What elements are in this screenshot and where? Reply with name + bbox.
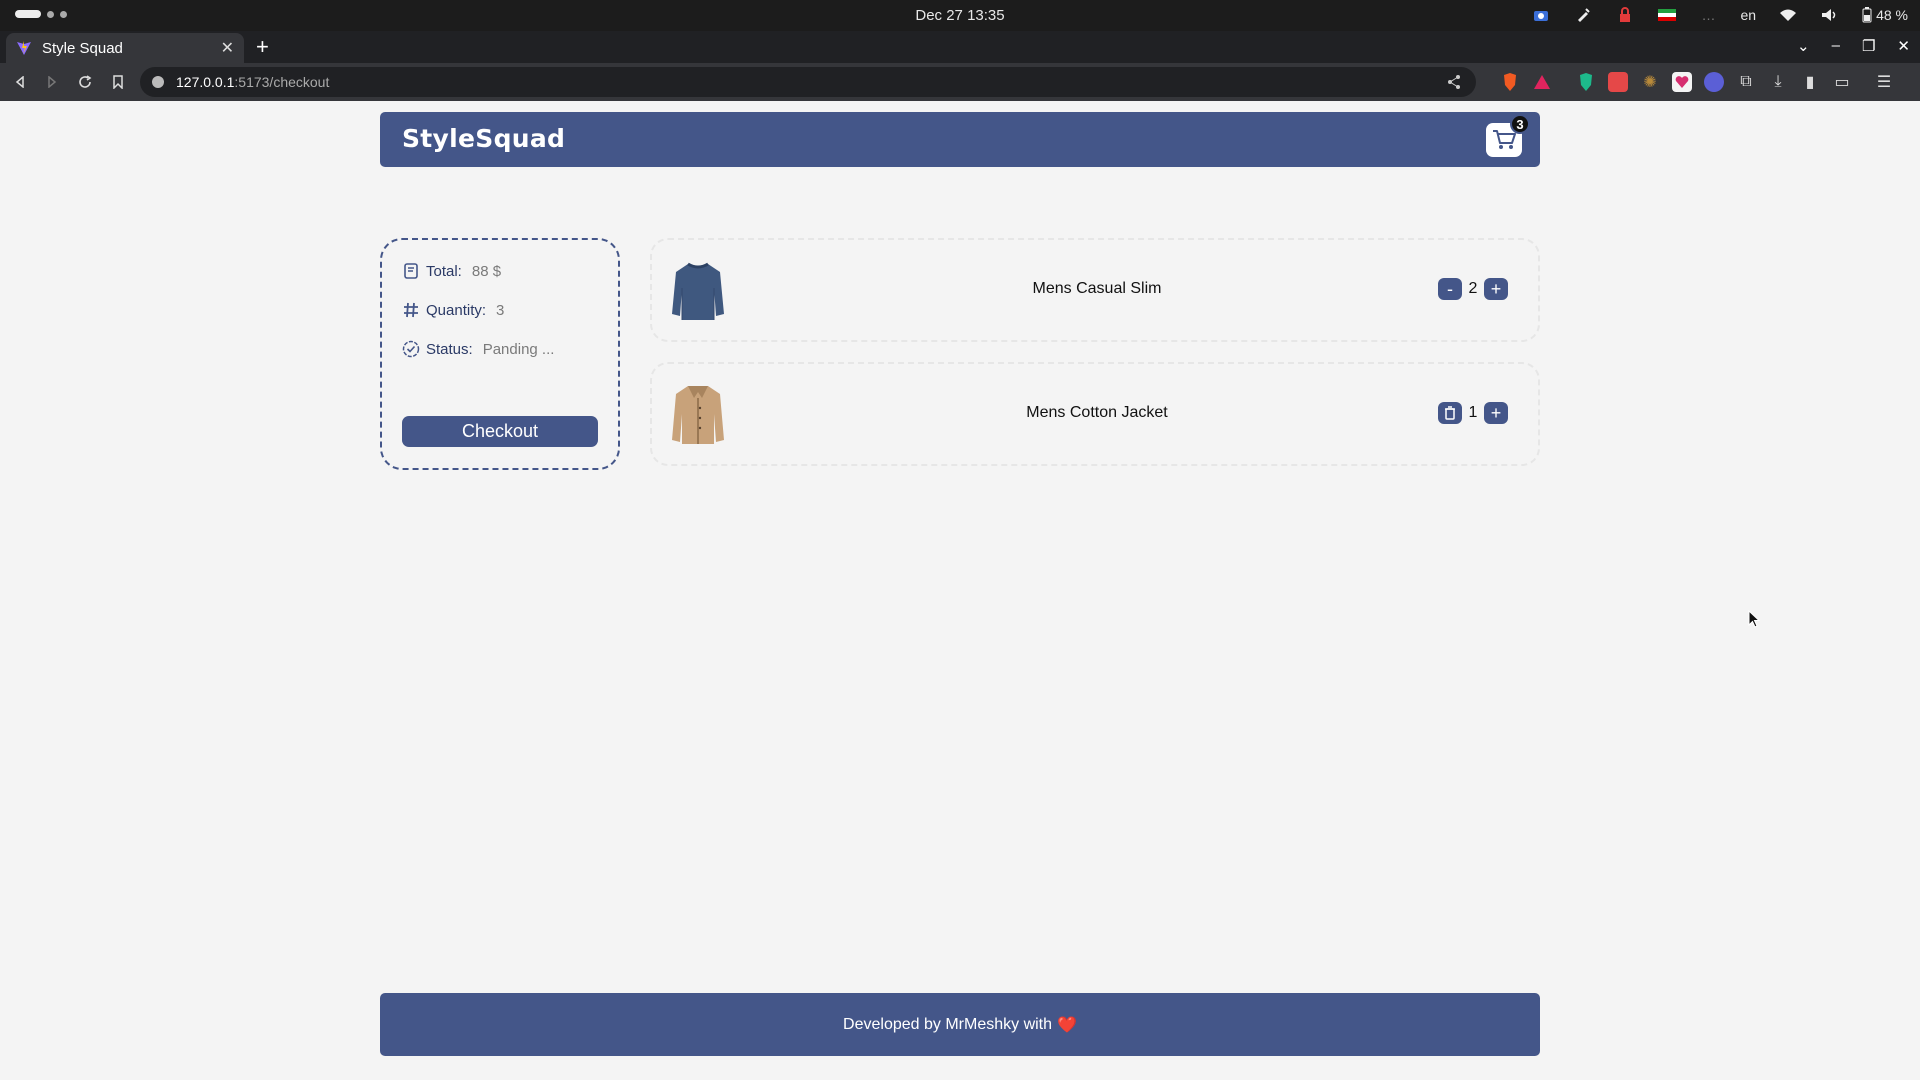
site-header: StyleSquad 3 — [380, 112, 1540, 167]
vite-favicon-icon — [17, 41, 31, 55]
new-tab-button[interactable]: + — [256, 35, 269, 59]
downloads-icon[interactable]: ⤓ — [1768, 72, 1788, 92]
summary-total: Total: 88 $ — [402, 262, 501, 280]
system-tray[interactable]: … en 48 % — [1531, 5, 1908, 25]
page: StyleSquad 3 Total: 88 $ Quantity: 3 Sta… — [0, 101, 1920, 1080]
increment-button[interactable]: + — [1484, 402, 1508, 424]
vpn-extension-icon[interactable] — [1576, 72, 1596, 92]
cart-item: Mens Casual Slim - 2 + — [650, 238, 1540, 342]
close-window-icon[interactable]: ✕ — [1897, 37, 1910, 55]
restore-icon[interactable]: ❐ — [1862, 37, 1875, 55]
cart-count-badge: 3 — [1510, 114, 1530, 134]
minimize-icon[interactable]: – — [1832, 37, 1840, 55]
mouse-cursor-icon — [1748, 610, 1760, 628]
status-label: Status: — [426, 340, 473, 358]
site-info-icon[interactable] — [152, 76, 164, 88]
menu-icon[interactable]: ☰ — [1874, 72, 1894, 92]
color-picker-icon[interactable] — [1573, 5, 1593, 25]
window-controls: ⌄ – ❐ ✕ — [1797, 37, 1910, 55]
brave-shield-icon[interactable] — [1500, 72, 1520, 92]
checkout-button[interactable]: Checkout — [402, 416, 598, 447]
language-indicator[interactable]: en — [1741, 7, 1757, 23]
reload-icon[interactable] — [75, 72, 95, 92]
increment-button[interactable]: + — [1484, 278, 1508, 300]
quantity-label: Quantity: — [426, 301, 487, 319]
hash-icon — [404, 302, 418, 318]
lock-icon[interactable] — [1615, 5, 1635, 25]
quantity-stepper: 1 + — [1438, 402, 1508, 424]
order-summary: Total: 88 $ Quantity: 3 Status: Panding … — [380, 238, 620, 470]
quantity-stepper: - 2 + — [1438, 278, 1508, 300]
total-value: 88 $ — [471, 262, 502, 280]
cart-item: Mens Cotton Jacket 1 + — [650, 362, 1540, 466]
battery-indicator[interactable]: 48 % — [1862, 7, 1908, 23]
item-quantity: 1 — [1468, 404, 1478, 421]
tab-search-icon[interactable]: ⌄ — [1797, 37, 1810, 55]
delete-item-button[interactable] — [1438, 402, 1462, 424]
screenshot-icon[interactable] — [1531, 5, 1551, 25]
item-name: Mens Casual Slim — [1032, 280, 1162, 297]
item-name: Mens Cotton Jacket — [1026, 404, 1168, 421]
bookmark-icon[interactable] — [108, 72, 128, 92]
browser-tab-strip: Style Squad ✕ + ⌄ – ❐ ✕ — [0, 31, 1920, 63]
summary-status: Status: Panding ... — [402, 340, 554, 358]
flag-icon — [1657, 5, 1677, 25]
sidebar-toggle-icon[interactable]: ▮ — [1800, 72, 1820, 92]
battery-icon — [1862, 7, 1872, 23]
tab-title: Style Squad — [42, 39, 123, 57]
browser-toolbar: 127.0.0.1:5173/checkout ✺ ⧉ ⤓ ▮ ▭ ☰ — [0, 63, 1920, 101]
brand-logo[interactable]: StyleSquad — [402, 124, 565, 153]
trash-icon — [1445, 406, 1455, 420]
site-footer: Developed by MrMeshky with ❤️ — [380, 993, 1540, 1056]
forward-icon[interactable] — [42, 72, 62, 92]
total-label: Total: — [426, 262, 462, 280]
browser-tab[interactable]: Style Squad ✕ — [6, 33, 244, 63]
brave-rewards-icon[interactable] — [1532, 72, 1552, 92]
tab-close-icon[interactable]: ✕ — [221, 38, 234, 58]
back-icon[interactable] — [10, 72, 30, 92]
url-host: 127.0.0.1 — [176, 74, 235, 90]
cart-icon — [1493, 130, 1516, 149]
check-badge-icon — [402, 340, 420, 358]
extension-pink-icon[interactable] — [1672, 72, 1692, 92]
receipt-icon — [404, 263, 418, 279]
ellipsis-icon[interactable]: … — [1699, 5, 1719, 25]
url-path: :5173/checkout — [234, 74, 330, 90]
extensions-puzzle-icon[interactable]: ⧉ — [1736, 72, 1756, 92]
share-icon[interactable] — [1446, 74, 1462, 90]
item-quantity: 2 — [1468, 280, 1478, 297]
footer-text: Developed by MrMeshky with — [843, 1015, 1053, 1033]
volume-icon[interactable] — [1820, 5, 1840, 25]
battery-percent: 48 % — [1876, 7, 1908, 23]
address-bar[interactable]: 127.0.0.1:5173/checkout — [140, 67, 1476, 97]
status-value: Panding ... — [482, 340, 555, 358]
wifi-icon[interactable] — [1778, 5, 1798, 25]
wallet-icon[interactable]: ▭ — [1832, 72, 1852, 92]
extension-bot-icon[interactable] — [1704, 72, 1724, 92]
decrement-button[interactable]: - — [1438, 278, 1462, 300]
quantity-value: 3 — [496, 301, 505, 319]
extension-sun-icon[interactable]: ✺ — [1640, 72, 1660, 92]
extensions-row: ✺ ⧉ ⤓ ▮ ▭ ☰ — [1500, 72, 1894, 92]
summary-quantity: Quantity: 3 — [402, 301, 504, 319]
extension-red-icon[interactable] — [1608, 72, 1628, 92]
heart-icon: ❤️ — [1057, 1016, 1077, 1034]
os-top-bar: Dec 27 13:35 … en 48 % — [0, 0, 1920, 31]
